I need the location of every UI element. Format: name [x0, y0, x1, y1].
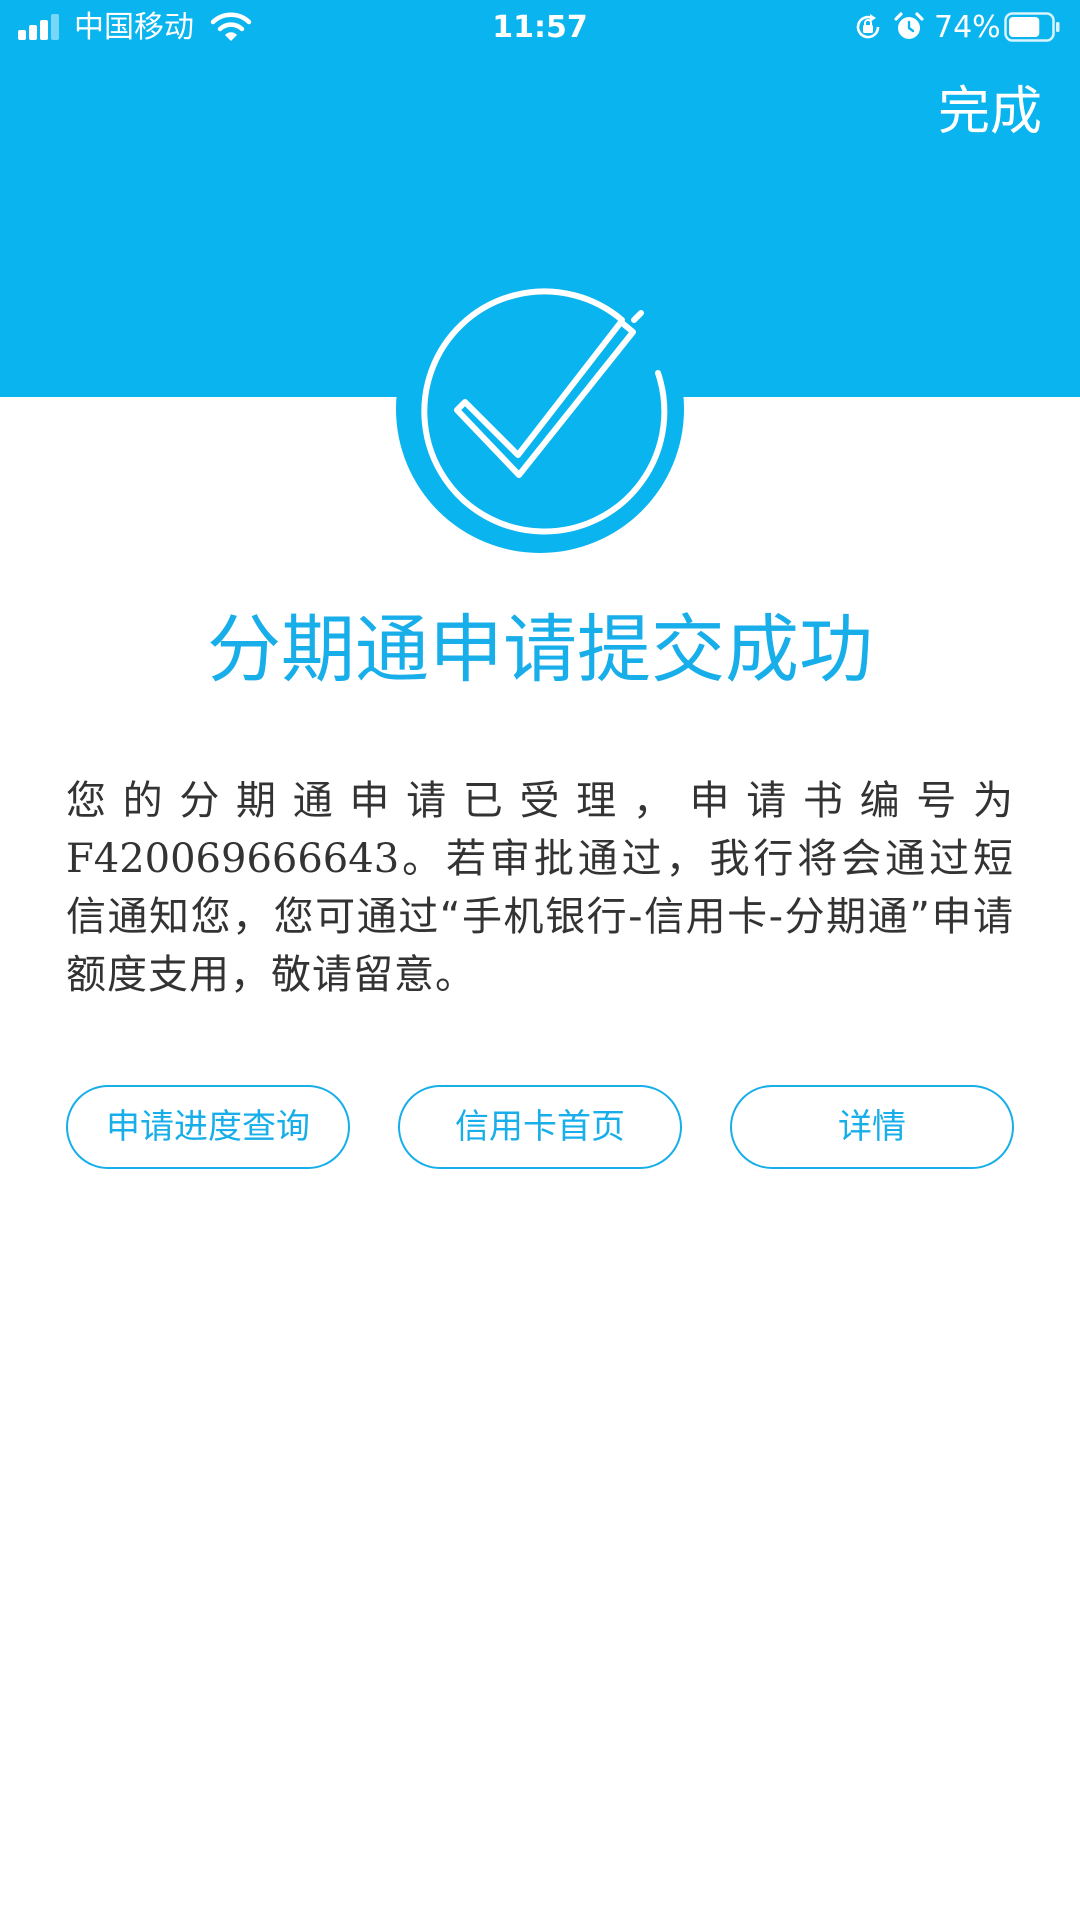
rotation-lock-icon — [856, 14, 880, 39]
card-home-button[interactable]: 信用卡首页 — [398, 1085, 682, 1169]
action-buttons: 申请进度查询 信用卡首页 详情 — [66, 1085, 1014, 1171]
done-button[interactable]: 完成 — [938, 80, 1042, 144]
battery-percent: 74% — [934, 10, 1001, 45]
progress-query-button[interactable]: 申请进度查询 — [66, 1085, 350, 1169]
battery-icon — [1004, 12, 1060, 42]
message-text-before: 您的分期通申请已受理，申请书编号为 — [66, 778, 1014, 824]
status-bar: 中国移动 11:57 74% — [0, 0, 1080, 56]
alarm-icon — [894, 12, 924, 39]
check-circle-icon — [396, 265, 684, 553]
success-title: 分期通申请提交成功 — [207, 607, 873, 693]
application-success-screen: 中国移动 11:57 74% 完成 分期通申请提交成功 您的分期通申请已受理，申… — [0, 0, 1080, 1920]
success-message: 您的分期通申请已受理，申请书编号为F420069666643。若审批通过，我行将… — [66, 772, 1014, 1004]
application-number: F420069666643 — [66, 836, 400, 882]
details-button[interactable]: 详情 — [730, 1085, 1014, 1169]
